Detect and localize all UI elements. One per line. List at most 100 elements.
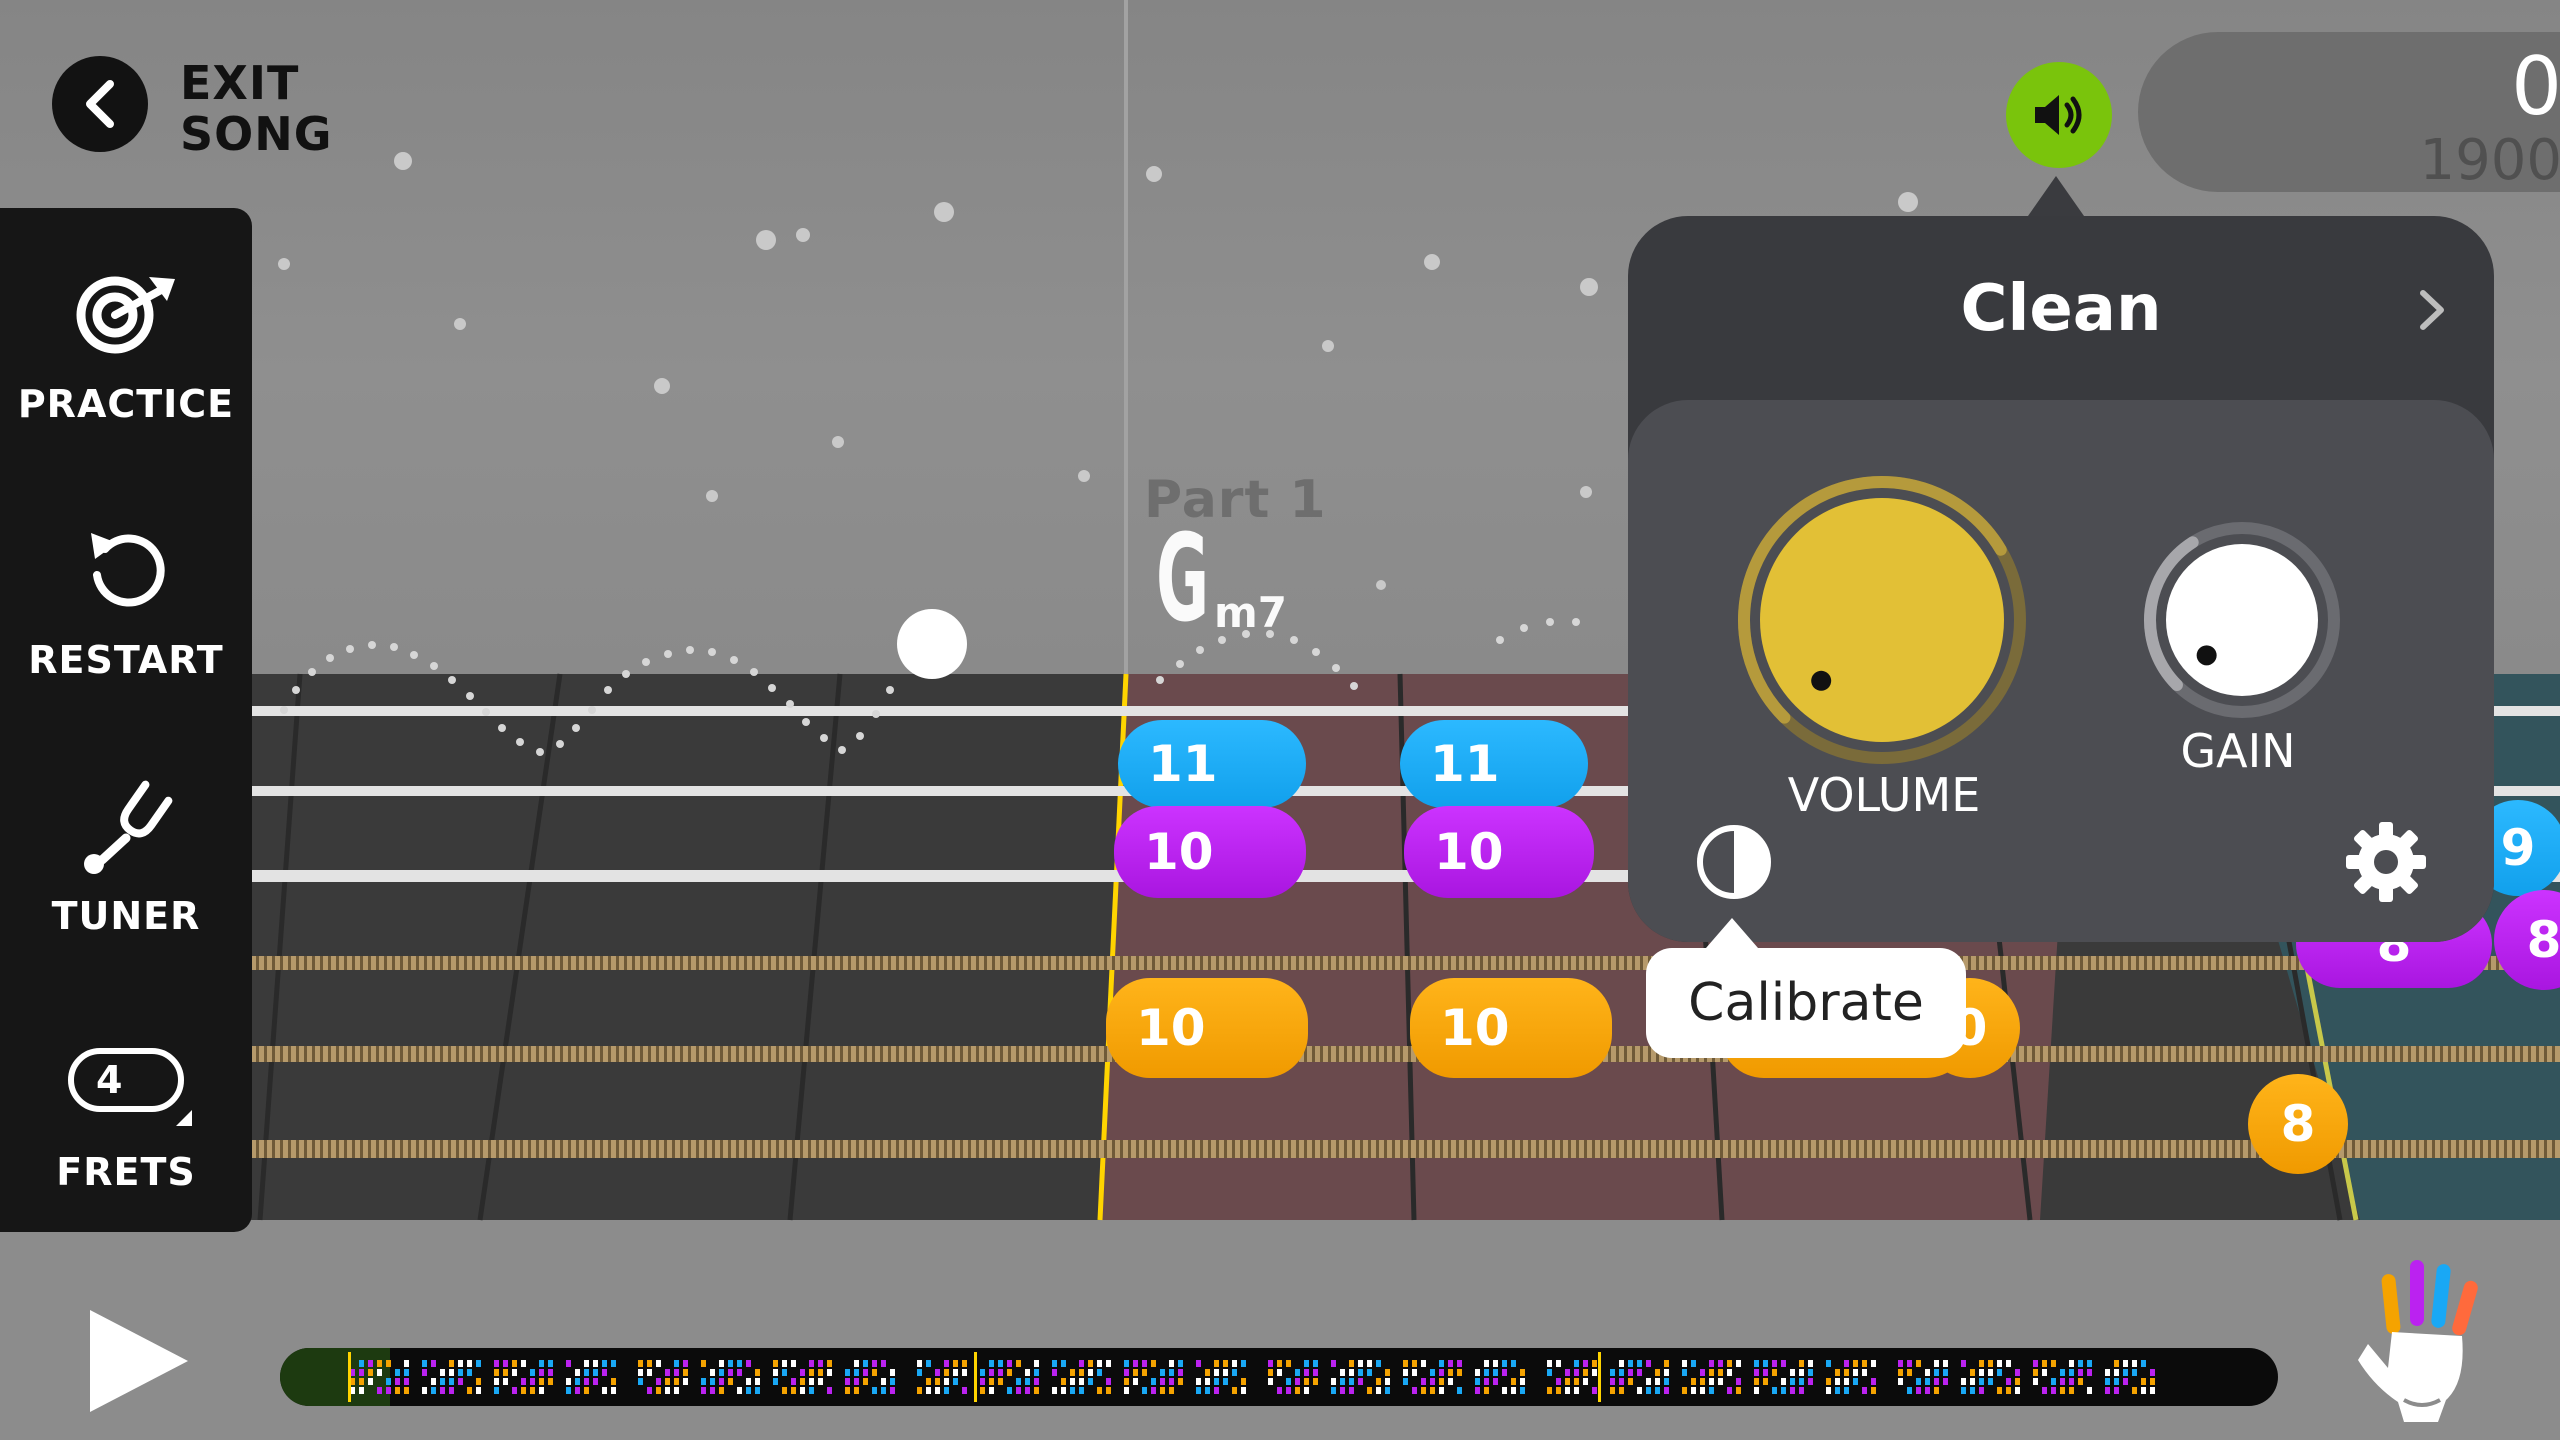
sidebar-item-frets[interactable]: 4 FRETS (0, 976, 252, 1232)
timeline-note-marker (1340, 1369, 1345, 1376)
gain-knob[interactable] (2144, 522, 2340, 718)
hand-icon[interactable] (2334, 1250, 2514, 1430)
sidebar-item-label: PRACTICE (17, 382, 235, 426)
timeline-note-marker (1052, 1369, 1057, 1376)
timeline-note-marker (1988, 1369, 1993, 1376)
timeline-note-marker (917, 1360, 922, 1367)
timeline-note-marker (674, 1378, 679, 1385)
amp-preset-name[interactable]: Clean (1628, 272, 2494, 346)
timeline-note-marker (1511, 1378, 1516, 1385)
timeline-note-marker (584, 1369, 589, 1376)
timeline-note-marker (1691, 1360, 1696, 1367)
timeline-note-marker (701, 1378, 706, 1385)
timeline-note-marker (2078, 1360, 2083, 1367)
song-timeline[interactable] (280, 1348, 2278, 1406)
timeline-note-marker (1475, 1369, 1480, 1376)
timeline-note-marker (1664, 1378, 1669, 1385)
timeline-note-marker (368, 1369, 373, 1376)
timeline-note-marker (2042, 1369, 2047, 1376)
volume-knob[interactable] (1738, 476, 2026, 764)
timeline-note-marker (1979, 1387, 1984, 1394)
timeline-note-marker (1754, 1378, 1759, 1385)
timeline-note-marker (809, 1378, 814, 1385)
timeline-note-marker (1826, 1387, 1831, 1394)
sidebar-item-restart[interactable]: RESTART (0, 464, 252, 720)
timeline-note-marker (377, 1387, 382, 1394)
play-icon[interactable] (84, 1306, 194, 1416)
sidebar-item-tuner[interactable]: TUNER (0, 720, 252, 976)
timeline-note-marker (1052, 1360, 1057, 1367)
timeline-note-marker (782, 1369, 787, 1376)
timeline-note-marker (404, 1387, 409, 1394)
chevron-right-icon[interactable] (2408, 278, 2456, 342)
exit-song-button[interactable] (52, 56, 148, 152)
timeline-note-marker (1709, 1387, 1714, 1394)
chord-root-label: G (1156, 510, 1210, 649)
timeline-note-marker (1628, 1360, 1633, 1367)
note-gem: 10 (1106, 978, 1308, 1078)
timeline-note-marker (1070, 1369, 1075, 1376)
timeline-note-marker (359, 1387, 364, 1394)
gear-icon[interactable] (2344, 820, 2428, 904)
timeline-note-marker (458, 1378, 463, 1385)
amp-toggle-button[interactable] (2006, 62, 2112, 168)
timeline-note-marker (395, 1369, 400, 1376)
timeline-note-marker (1520, 1378, 1525, 1385)
timeline-note-marker (782, 1360, 787, 1367)
timeline-note-marker (809, 1369, 814, 1376)
timeline-note-marker (674, 1360, 679, 1367)
timeline-note-marker (1142, 1360, 1147, 1367)
timeline-note-marker (1691, 1378, 1696, 1385)
timeline-note-marker (1169, 1387, 1174, 1394)
timeline-note-marker (989, 1387, 994, 1394)
timeline-note-marker (1619, 1360, 1624, 1367)
timeline-note-marker (2006, 1378, 2011, 1385)
timeline-note-marker (1565, 1369, 1570, 1376)
volume-indicator-dot (1811, 670, 1832, 691)
timeline-note-marker (1124, 1387, 1129, 1394)
timeline-note-marker (1385, 1378, 1390, 1385)
timeline-note-marker (1376, 1387, 1381, 1394)
calibrate-icon[interactable] (1694, 822, 1774, 902)
timeline-note-marker (1304, 1378, 1309, 1385)
timeline-note-marker (980, 1387, 985, 1394)
timeline-note-marker (1835, 1387, 1840, 1394)
timeline-note-marker (449, 1378, 454, 1385)
timeline-note-marker (1853, 1378, 1858, 1385)
timeline-note-marker (1106, 1378, 1111, 1385)
timeline-note-marker (1295, 1378, 1300, 1385)
exit-song-label[interactable]: EXIT SONG (180, 58, 333, 159)
timeline-note-marker (953, 1369, 958, 1376)
timeline-note-marker (1583, 1369, 1588, 1376)
timeline-note-marker (1628, 1378, 1633, 1385)
timeline-note-marker (1097, 1387, 1102, 1394)
timeline-note-marker (431, 1360, 436, 1367)
timeline-note-marker (755, 1387, 760, 1394)
timeline-note-marker (1169, 1360, 1174, 1367)
timeline-note-marker (602, 1387, 607, 1394)
timeline-note-marker (1349, 1369, 1354, 1376)
timeline-note-marker (2123, 1360, 2128, 1367)
timeline-note-marker (1061, 1387, 1066, 1394)
timeline-note-marker (1934, 1378, 1939, 1385)
timeline-note-marker (1502, 1387, 1507, 1394)
timeline-note-marker (566, 1387, 571, 1394)
timeline-note-marker (530, 1387, 535, 1394)
timeline-note-marker (1196, 1378, 1201, 1385)
timeline-note-marker (1718, 1378, 1723, 1385)
timeline-note-marker (1340, 1378, 1345, 1385)
timeline-note-marker (1754, 1387, 1759, 1394)
timeline-note-marker (647, 1387, 652, 1394)
timeline-note-marker (440, 1387, 445, 1394)
note-fret-number: 10 (1136, 999, 1206, 1057)
timeline-note-marker (1070, 1387, 1075, 1394)
sidebar-item-label: RESTART (28, 638, 224, 682)
timeline-note-marker (1808, 1360, 1813, 1367)
timeline-note-marker (575, 1378, 580, 1385)
timeline-note-marker (1844, 1369, 1849, 1376)
timeline-note-marker (2069, 1369, 2074, 1376)
sidebar-item-practice[interactable]: PRACTICE (0, 208, 252, 464)
timeline-note-marker (1403, 1360, 1408, 1367)
timeline-note-marker (1907, 1369, 1912, 1376)
timeline-note-marker (1799, 1387, 1804, 1394)
